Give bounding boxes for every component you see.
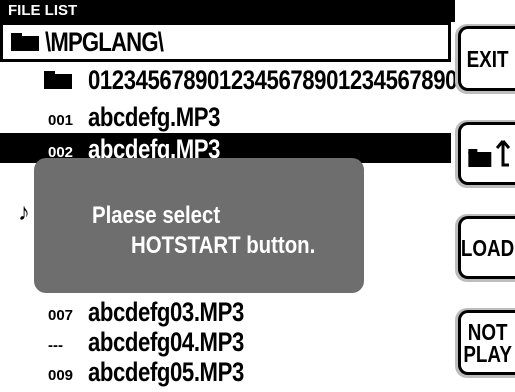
file-name: abcdefg.MP3 [88, 102, 221, 132]
load-button-label: LOAD [461, 234, 515, 261]
current-path-bar: \MPGLANG\ [0, 22, 451, 62]
list-item[interactable]: 001 abcdefg.MP3 [0, 101, 451, 133]
not-play-button-label: NOT PLAY [463, 318, 513, 367]
not-play-button[interactable]: NOT PLAY [458, 310, 515, 375]
exit-button[interactable]: EXIT [458, 26, 515, 91]
list-item[interactable]: 009 abcdefg05.MP3 [0, 356, 451, 388]
up-folder-button[interactable] [458, 122, 515, 185]
list-item-folder[interactable]: 01234567890123456789012345678901234567 [0, 64, 515, 96]
track-number: 009 [48, 367, 74, 384]
current-path: \MPGLANG\ [45, 26, 164, 57]
track-number: --- [48, 337, 63, 354]
file-name: abcdefg03.MP3 [88, 297, 244, 327]
list-item[interactable]: --- abcdefg04.MP3 [0, 326, 451, 358]
popup-line-2: HOTSTART button. [131, 232, 316, 259]
folder-name: 01234567890123456789012345678901234567 [88, 65, 515, 95]
file-name: abcdefg04.MP3 [88, 327, 244, 357]
track-number: 007 [48, 307, 74, 324]
popup-line-1: Plaese select [92, 202, 221, 229]
header-title: FILE LIST [8, 2, 78, 19]
file-name: abcdefg05.MP3 [88, 357, 244, 387]
folder-up-icon [466, 139, 510, 169]
list-item[interactable]: 007 abcdefg03.MP3 [0, 296, 451, 328]
folder-icon [44, 71, 72, 89]
folder-icon [11, 33, 39, 51]
exit-button-label: EXIT [467, 45, 509, 72]
music-note-icon: ♪ [18, 199, 30, 226]
load-button[interactable]: LOAD [458, 216, 515, 279]
hotstart-message-popup: Plaese select HOTSTART button. [34, 158, 364, 293]
track-number: 001 [48, 112, 74, 129]
file-list-header: FILE LIST [0, 0, 455, 22]
